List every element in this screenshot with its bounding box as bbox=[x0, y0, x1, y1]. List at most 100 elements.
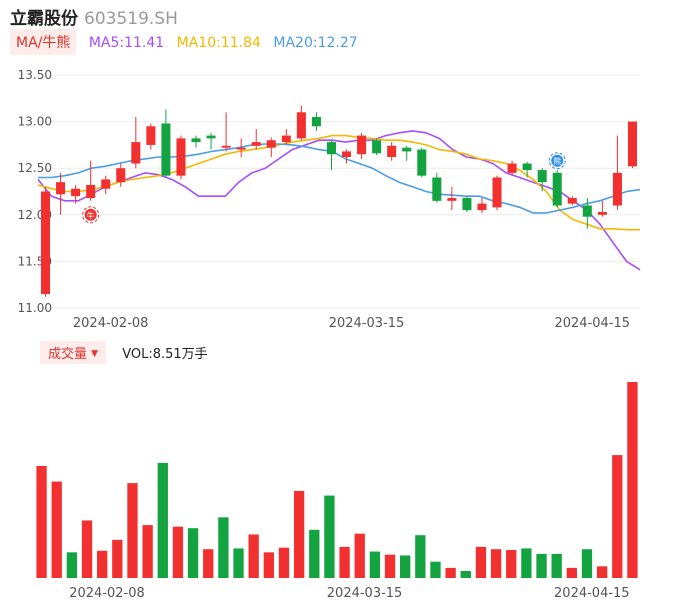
candle-body bbox=[236, 147, 246, 150]
candle-body bbox=[477, 203, 487, 211]
caret-down-icon: ▼ bbox=[91, 349, 99, 359]
candle-body bbox=[251, 142, 261, 146]
volume-bar bbox=[521, 548, 532, 578]
candle-body bbox=[612, 172, 622, 206]
volume-bar bbox=[127, 483, 138, 578]
candle-body bbox=[326, 142, 336, 155]
candle-body bbox=[296, 112, 306, 139]
volume-bar bbox=[157, 462, 168, 578]
volume-bar bbox=[384, 554, 396, 578]
candle-body bbox=[86, 184, 96, 199]
ma10-line bbox=[37, 134, 640, 231]
marker-label: 牛 bbox=[87, 210, 95, 220]
candle-body bbox=[357, 135, 367, 155]
candle-body bbox=[116, 168, 126, 183]
volume-bar bbox=[536, 553, 547, 578]
candle-body bbox=[417, 149, 427, 176]
candle-body bbox=[146, 126, 156, 145]
volume-bar bbox=[248, 534, 259, 578]
volume-bar bbox=[400, 555, 411, 578]
volume-bar bbox=[278, 547, 290, 578]
volume-bar bbox=[581, 549, 593, 578]
candle-body bbox=[342, 151, 352, 158]
candle-body bbox=[432, 177, 442, 201]
candle-body bbox=[462, 198, 472, 211]
price-y-tick-label: 12.50 bbox=[18, 161, 52, 175]
candle-body bbox=[266, 140, 276, 148]
volume-bar bbox=[369, 551, 381, 578]
volume-bar bbox=[354, 533, 365, 578]
candle-body bbox=[206, 135, 216, 139]
volume-x-tick-label: 2024-02-08 bbox=[69, 586, 145, 601]
candle-body bbox=[447, 198, 457, 201]
volume-bar bbox=[475, 546, 487, 578]
volume-bar bbox=[490, 549, 502, 578]
volume-bar bbox=[460, 571, 471, 578]
volume-bar bbox=[112, 539, 123, 578]
volume-bar bbox=[263, 552, 274, 578]
candle-body bbox=[402, 147, 412, 152]
volume-bar bbox=[203, 549, 214, 578]
bull-marker-icon: 牛 bbox=[82, 206, 100, 224]
volume-bar bbox=[97, 550, 108, 578]
volume-bar bbox=[551, 553, 562, 578]
volume-bar bbox=[612, 455, 623, 578]
price-candlestick-chart[interactable]: 13.5013.0012.5012.0011.5011.002024-02-08… bbox=[0, 0, 686, 336]
price-x-tick-label: 2024-03-15 bbox=[329, 316, 405, 331]
ma5-line bbox=[37, 130, 641, 271]
volume-bar bbox=[36, 466, 47, 578]
price-x-tick-label: 2024-02-08 bbox=[73, 316, 149, 331]
candle-body bbox=[191, 138, 201, 143]
volume-indicator-toggle[interactable]: 成交量 ▼ bbox=[40, 341, 107, 364]
volume-value: VOL:8.51万手 bbox=[122, 347, 208, 362]
price-x-tick-label: 2024-04-15 bbox=[554, 316, 630, 331]
price-y-tick-label: 11.00 bbox=[18, 301, 52, 315]
volume-bar bbox=[81, 520, 93, 578]
volume-bar bbox=[309, 529, 320, 578]
candle-body bbox=[372, 140, 382, 154]
volume-bar bbox=[339, 546, 350, 578]
candle-body bbox=[552, 172, 562, 206]
bear-marker-icon: 熊 bbox=[548, 152, 566, 170]
candle-body bbox=[522, 163, 532, 171]
volume-x-tick-label: 2024-03-15 bbox=[327, 586, 403, 601]
volume-bar bbox=[142, 525, 153, 578]
candle-body bbox=[41, 191, 51, 295]
candle-body bbox=[221, 145, 231, 148]
candle-body bbox=[101, 179, 111, 189]
volume-bar bbox=[172, 526, 184, 578]
volume-bar bbox=[445, 567, 456, 578]
volume-bar bbox=[66, 552, 78, 578]
price-y-tick-label: 13.50 bbox=[18, 68, 52, 82]
candle-body bbox=[56, 182, 66, 195]
marker-label: 熊 bbox=[553, 156, 561, 166]
candle-body bbox=[597, 212, 607, 215]
volume-x-tick-label: 2024-04-15 bbox=[554, 586, 630, 601]
volume-legend: 成交量 ▼ VOL:8.51万手 bbox=[40, 341, 208, 364]
candle-body bbox=[492, 177, 502, 208]
price-y-tick-label: 13.00 bbox=[18, 115, 52, 129]
volume-bar bbox=[233, 548, 244, 578]
volume-bar bbox=[187, 528, 199, 578]
volume-bar bbox=[324, 495, 335, 578]
volume-bar bbox=[293, 490, 305, 578]
volume-bar bbox=[51, 481, 62, 578]
volume-bar bbox=[566, 567, 577, 578]
candle-body bbox=[507, 163, 517, 173]
volume-bar bbox=[415, 535, 426, 578]
candle-body bbox=[387, 145, 397, 158]
volume-bar bbox=[506, 550, 517, 578]
candle-body bbox=[281, 135, 291, 143]
volume-indicator-label: 成交量 bbox=[48, 347, 88, 362]
candle-body bbox=[161, 123, 171, 176]
candle-body bbox=[311, 116, 321, 127]
volume-bar bbox=[627, 382, 638, 578]
candle-body bbox=[537, 170, 547, 183]
volume-bar bbox=[596, 566, 608, 578]
volume-bar bbox=[430, 561, 441, 578]
volume-bar bbox=[218, 517, 229, 578]
candle-body bbox=[131, 142, 141, 164]
candle-body bbox=[567, 198, 577, 204]
candle-body bbox=[627, 121, 637, 167]
candle-body bbox=[71, 188, 81, 197]
